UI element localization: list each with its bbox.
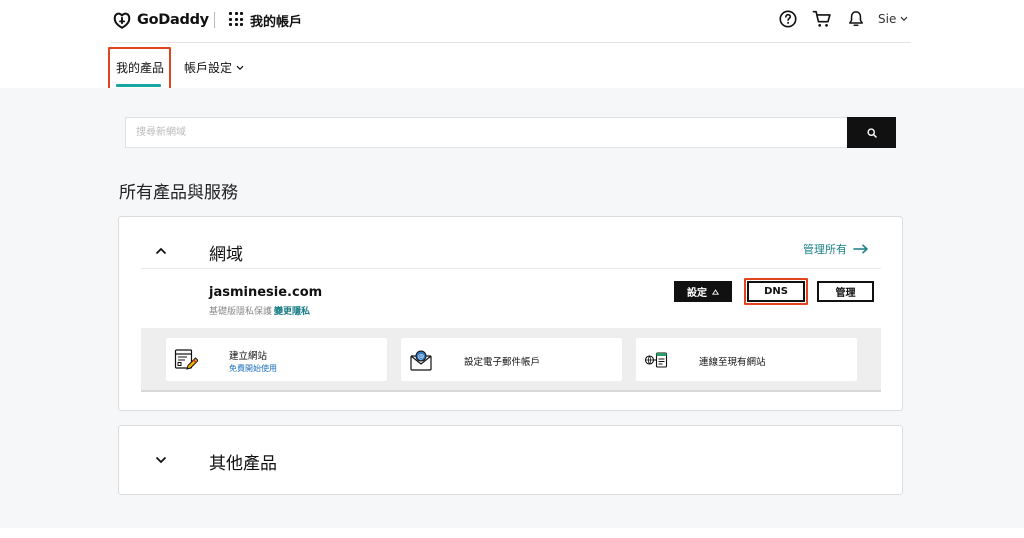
privacy-text: 基礎版隱私保護 [209,307,273,317]
top-bar: GoDaddy 我的帳戶 Sie 我的產品 帳戶設定 [0,0,1024,93]
help-icon[interactable] [779,10,797,28]
chevron-up-icon[interactable] [155,247,167,255]
other-products-heading: 其他產品 [209,454,277,474]
settings-button-label: 設定 [687,288,707,299]
settings-button[interactable]: 設定 [674,281,732,302]
highlight-box-my-products [108,47,171,93]
svg-text:@: @ [418,352,425,360]
connect-website-tile[interactable]: 連線至現有網站 [636,338,857,381]
manage-all-label: 管理所有 [803,243,847,256]
header-divider [111,42,911,43]
other-products-card[interactable]: 其他產品 [118,425,903,495]
arrow-right-icon [853,244,868,254]
cart-icon[interactable] [812,9,832,29]
domain-name[interactable]: jasminesie.com [209,285,322,300]
app-title: 我的帳戶 [250,15,303,30]
apps-grid-icon[interactable] [229,12,243,26]
build-website-tile[interactable]: 建立網站 免費開始使用 [166,338,387,381]
build-website-title: 建立網站 [229,351,268,362]
chevron-down-icon[interactable] [155,456,167,464]
privacy-status: 基礎版隱私保護 變更隱私 [209,304,310,317]
manage-all-link[interactable]: 管理所有 [803,241,869,257]
triangle-up-icon [712,288,719,295]
godaddy-logo[interactable]: GoDaddy [111,9,209,31]
chevron-down-icon [900,16,908,22]
manage-button[interactable]: 管理 [817,281,874,302]
domain-search-input[interactable] [126,118,848,147]
domain-search-bar [125,117,896,148]
bell-icon[interactable] [848,10,864,28]
email-envelope-icon: @ [410,350,432,371]
domains-heading: 網域 [209,245,243,265]
search-button[interactable] [847,117,896,148]
chevron-down-icon [236,65,244,70]
domains-card: 網域 管理所有 jasminesie.com 基礎版隱私保護 變更隱私 設定 DN… [118,216,903,411]
card-divider [141,268,881,269]
user-name: Sie [878,12,897,26]
setup-email-title: 設定電子郵件帳戶 [464,357,541,368]
highlight-box-dns [744,278,808,305]
website-builder-icon [174,349,198,370]
page-title: 所有產品與服務 [119,183,238,203]
tab-account-settings[interactable]: 帳戶設定 [184,59,244,76]
build-website-link[interactable]: 免費開始使用 [229,363,277,374]
search-icon [866,127,877,138]
change-privacy-link[interactable]: 變更隱私 [274,307,310,317]
connect-website-title: 連線至現有網站 [699,357,766,368]
tab-account-settings-label: 帳戶設定 [184,61,233,75]
godaddy-logo-icon [113,12,131,29]
connect-globe-icon [644,352,668,368]
header-separator [214,12,215,28]
brand-name: GoDaddy [137,12,209,28]
user-menu[interactable]: Sie [878,12,908,26]
quick-actions-tray: 建立網站 免費開始使用 @ 設定電子郵件帳戶 連線至現有網站 [141,328,881,392]
setup-email-tile[interactable]: @ 設定電子郵件帳戶 [401,338,622,381]
